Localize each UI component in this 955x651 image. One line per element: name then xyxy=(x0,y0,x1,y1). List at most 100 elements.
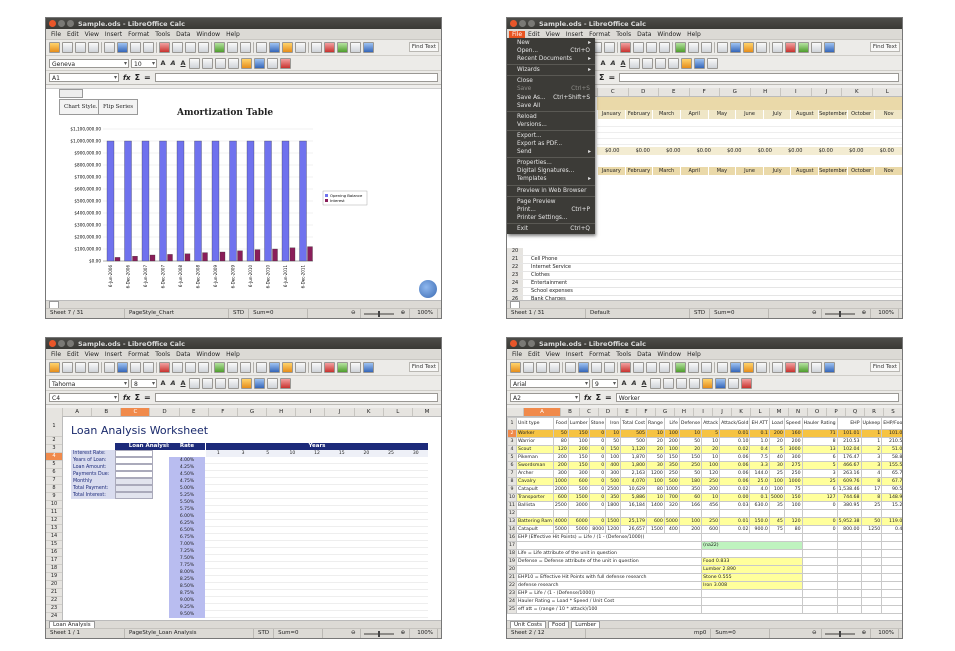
toolbar-button-icon[interactable] xyxy=(743,362,754,373)
unit-cell[interactable]: 3000 xyxy=(783,445,803,454)
align-right-icon[interactable] xyxy=(215,377,226,389)
header-cell[interactable]: Speed xyxy=(783,417,803,430)
sum-icon[interactable]: Σ xyxy=(135,73,140,82)
unit-cell[interactable]: 0.1 xyxy=(749,493,770,502)
toolbar-button-icon[interactable] xyxy=(798,362,809,373)
column-header[interactable]: G xyxy=(655,408,674,416)
maximize-icon[interactable] xyxy=(67,340,74,347)
toolbar-button-icon[interactable] xyxy=(311,42,322,53)
minimize-icon[interactable] xyxy=(519,20,526,27)
toolbar-button-icon[interactable] xyxy=(811,362,822,373)
column-header[interactable]: C xyxy=(597,88,628,96)
menu-help[interactable]: Help xyxy=(684,351,704,358)
unit-cell[interactable]: 200 xyxy=(663,437,680,446)
row-header[interactable]: 3 xyxy=(46,445,62,453)
header-cell[interactable]: Load xyxy=(768,417,785,430)
toolbar-button-icon[interactable] xyxy=(337,42,348,53)
toolbar-button-icon[interactable] xyxy=(565,362,576,373)
column-header[interactable]: F xyxy=(207,408,237,416)
unit-cell[interactable]: 127 xyxy=(801,493,838,502)
unit-cell[interactable]: Catapult xyxy=(515,525,554,534)
find-text-field[interactable]: Find Text xyxy=(869,362,900,372)
unit-cell[interactable]: 25.0 xyxy=(749,477,770,486)
unit-cell[interactable] xyxy=(749,509,770,518)
row-number[interactable]: 23 xyxy=(507,589,517,598)
unit-cell[interactable]: 101.01 xyxy=(836,429,862,438)
unit-cell[interactable]: Warrior xyxy=(515,437,554,446)
unit-cell[interactable]: 7.5 xyxy=(749,453,770,462)
empty-cell[interactable] xyxy=(801,565,838,574)
menu-edit[interactable]: Edit xyxy=(525,31,543,38)
empty-cell[interactable] xyxy=(801,557,838,566)
font-color-icon[interactable] xyxy=(280,57,291,69)
unit-cell[interactable]: 0.10 xyxy=(719,437,751,446)
unit-cell[interactable]: 25 xyxy=(768,469,785,478)
note-text[interactable]: EHP (Effective Hit Points) = Life / (1 -… xyxy=(515,533,703,542)
lookup-cell[interactable]: Stone 0.555 xyxy=(701,573,803,582)
row-header[interactable]: 8 xyxy=(46,485,62,493)
unit-cell[interactable]: 210.53 xyxy=(881,437,902,446)
menu-data[interactable]: Data xyxy=(634,31,654,38)
unit-cell[interactable]: 148.94 xyxy=(881,493,902,502)
menu-insert[interactable]: Insert xyxy=(563,351,586,358)
unit-cell[interactable]: 0.02 xyxy=(719,525,751,534)
unit-cell[interactable]: 0 xyxy=(588,461,607,470)
unit-cell[interactable]: 100 xyxy=(678,517,703,526)
toolbar-button-icon[interactable] xyxy=(785,42,796,53)
header-cell[interactable]: Food xyxy=(552,417,569,430)
unit-cell[interactable]: 275 xyxy=(783,461,803,470)
input-line[interactable] xyxy=(154,393,438,402)
unit-cell[interactable]: 10 xyxy=(678,429,703,438)
menu-file[interactable]: File xyxy=(48,31,64,38)
column-header[interactable]: M xyxy=(769,408,788,416)
unit-cell[interactable]: 0.48 xyxy=(881,525,902,534)
unit-cell[interactable]: 0 xyxy=(588,517,607,526)
column-header[interactable]: G xyxy=(236,408,266,416)
input-line[interactable] xyxy=(619,73,899,82)
borders-icon[interactable] xyxy=(267,57,278,69)
unit-cell[interactable]: 0 xyxy=(588,453,607,462)
empty-cell[interactable] xyxy=(860,541,883,550)
borders-icon[interactable] xyxy=(728,377,739,389)
unit-cell[interactable]: 150 xyxy=(567,461,590,470)
toolbar-button-icon[interactable] xyxy=(117,362,128,373)
unit-cell[interactable]: 5 xyxy=(768,445,785,454)
row-header[interactable]: 10 xyxy=(46,501,62,509)
lookup-cell[interactable]: Iron 3.008 xyxy=(701,581,803,590)
unit-cell[interactable]: 150 xyxy=(567,453,590,462)
unit-cell[interactable]: 263.16 xyxy=(836,469,862,478)
toolbar-button-icon[interactable] xyxy=(143,42,154,53)
unit-cell[interactable]: 2500 xyxy=(552,501,569,510)
align-left-icon[interactable] xyxy=(629,57,640,69)
row-header[interactable]: 18 xyxy=(46,565,62,573)
unit-cell[interactable] xyxy=(588,509,607,518)
unit-cell[interactable]: 0.03 xyxy=(719,501,751,510)
empty-cell[interactable] xyxy=(801,573,838,582)
header-cell[interactable]: Life xyxy=(663,417,680,430)
unit-cell[interactable]: 1.0 xyxy=(749,437,770,446)
zoom-slider[interactable] xyxy=(824,630,855,637)
column-header[interactable]: O xyxy=(807,408,826,416)
currency-icon[interactable] xyxy=(241,57,252,69)
unit-cell[interactable]: 0 xyxy=(801,525,838,534)
unit-cell[interactable]: 200 xyxy=(567,445,590,454)
unit-cell[interactable]: 2500 xyxy=(605,485,622,494)
column-header[interactable]: L xyxy=(750,408,769,416)
toolbar-button-icon[interactable] xyxy=(198,362,209,373)
zoom-out-icon[interactable]: ⊖ xyxy=(808,629,822,638)
zoom-slider[interactable] xyxy=(363,310,394,317)
unit-cell[interactable]: 100 xyxy=(663,429,680,438)
unit-cell[interactable]: 80 xyxy=(646,485,665,494)
toolbar-button-icon[interactable] xyxy=(49,42,60,53)
unit-cell[interactable]: 1250 xyxy=(860,525,883,534)
unit-cell[interactable]: 26,657 xyxy=(620,525,648,534)
zoom-out-icon[interactable]: ⊖ xyxy=(347,629,361,638)
lookup-cell[interactable] xyxy=(701,533,803,542)
column-header[interactable]: E xyxy=(617,408,636,416)
unit-cell[interactable] xyxy=(768,509,785,518)
equals-icon[interactable]: = xyxy=(144,393,151,402)
column-header[interactable]: F xyxy=(636,408,655,416)
spreadsheet-grid[interactable]: ABCDEFGHIJKLM 1 2 3 4 5 6 7 8 9 10 11 12 13 14 15 16 17 1… xyxy=(46,408,441,620)
empty-cell[interactable] xyxy=(836,589,862,598)
row-header[interactable]: 2 xyxy=(46,437,62,445)
